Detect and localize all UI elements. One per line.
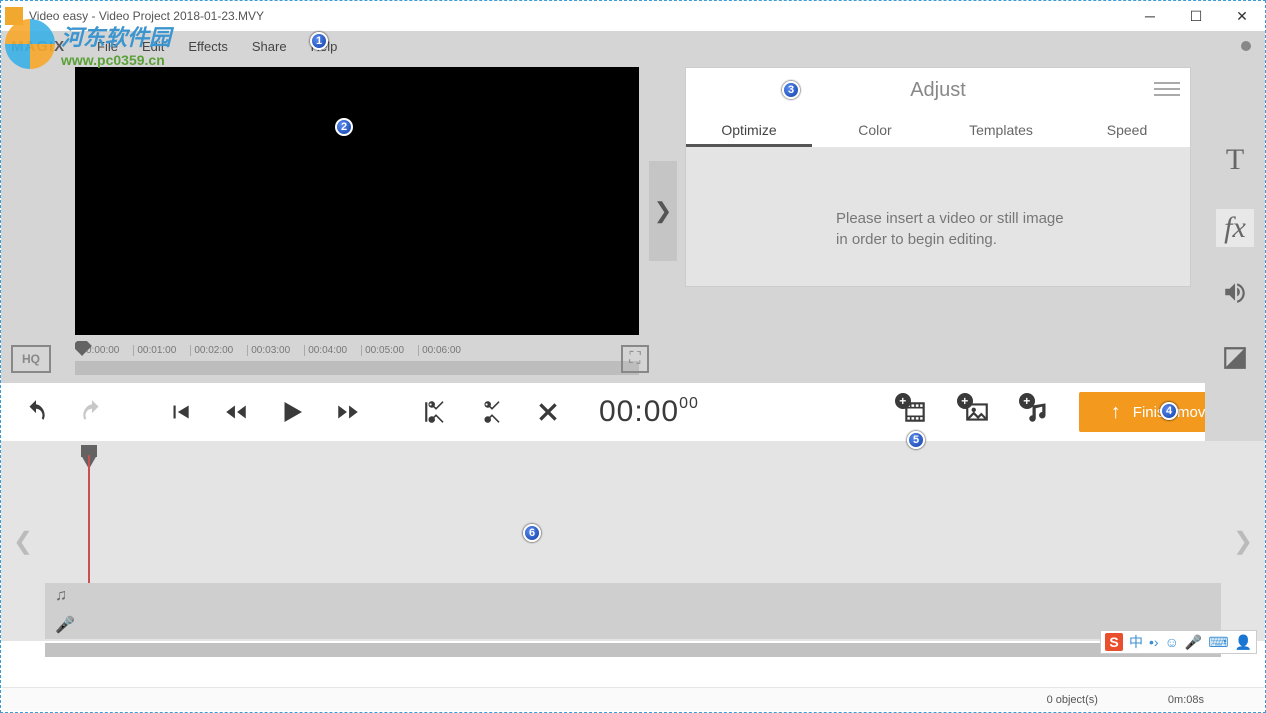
adjust-panel-title: Adjust [910,79,966,102]
video-preview[interactable] [75,67,639,335]
adjust-panel: Adjust Optimize Color Templates Speed Pl… [685,67,1191,287]
adjust-empty-message: Please insert a video or still image in … [836,208,1066,250]
timecode-display: 00:0000 [599,395,699,429]
timeline-scroll-right[interactable]: ❯ [1221,441,1265,641]
ruler-tick: 00:01:00 [133,345,176,356]
ime-lang-toggle[interactable]: 中 [1129,632,1143,652]
ime-keyboard-icon[interactable]: ⌨ [1208,634,1228,651]
tool-audio-icon[interactable] [1222,279,1248,313]
upper-pane: 0:00:00 00:01:00 00:02:00 00:03:00 00:04… [1,61,1265,383]
preview-zoom-scrollbar[interactable] [75,361,639,375]
side-tool-strip: T fx [1205,121,1265,443]
sogou-icon[interactable]: S [1105,633,1123,651]
transport-bar: 00:0000 + + + ↑ Finish movie [1,383,1265,441]
callout-2: 2 [335,118,353,136]
add-photo-button[interactable]: + [955,393,999,431]
tab-optimize[interactable]: Optimize [686,112,812,147]
watermark-logo: 河东软件园 www.pc0359.cn [5,19,171,69]
audio-track-strip: ♫ 🎤 [45,583,1221,639]
adjust-tab-body: Please insert a video or still image in … [686,148,1190,286]
adjust-icon [1222,345,1248,371]
tab-speed[interactable]: Speed [1064,112,1190,147]
callout-5: 5 [907,431,925,449]
rewind-icon [223,399,249,425]
timeline-horizontal-scrollbar[interactable] [45,643,1221,657]
ruler-tick: 00:03:00 [247,345,290,356]
preview-zone: 0:00:00 00:01:00 00:02:00 00:03:00 00:04… [1,61,649,383]
callout-1: 1 [310,32,328,50]
add-video-button[interactable]: + [893,393,937,431]
callout-4: 4 [1160,402,1178,420]
panel-collapse-toggle[interactable]: ❯ [649,161,677,261]
menu-bar: MAGIX File Edit Effects Share Help [1,31,1265,61]
ime-emoji-icon[interactable]: ☺ [1165,634,1179,650]
cut-start-button[interactable] [417,393,455,431]
maximize-button[interactable]: ☐ [1173,1,1219,31]
forward-icon [335,399,361,425]
x-icon [535,399,561,425]
scissors-left-icon [423,399,449,425]
watermark-icon [5,19,55,69]
redo-icon [79,399,105,425]
add-music-button[interactable]: + [1017,393,1061,431]
ime-user-icon[interactable]: 👤 [1235,634,1252,651]
go-start-button[interactable] [161,393,199,431]
fast-forward-button[interactable] [329,393,367,431]
music-track-icon[interactable]: ♫ [55,587,1221,605]
tool-text[interactable]: T [1226,143,1244,177]
tool-fx[interactable]: fx [1216,209,1254,247]
status-bar: 0 object(s) 0m:08s [2,687,1264,711]
close-button[interactable]: ✕ [1219,1,1265,31]
hq-toggle[interactable]: HQ [11,345,51,373]
split-button[interactable] [473,393,511,431]
menu-status-dot [1241,41,1251,51]
menu-share[interactable]: Share [240,39,299,54]
scissors-icon [479,399,505,425]
ime-mic-icon[interactable]: 🎤 [1185,634,1202,651]
adjust-tabs: Optimize Color Templates Speed [686,112,1190,148]
ime-punct-icon[interactable]: •› [1149,634,1159,650]
tab-templates[interactable]: Templates [938,112,1064,147]
timeline: ❮ ❯ ♫ 🎤 [1,441,1265,641]
undo-icon [23,399,49,425]
fullscreen-button[interactable]: ⛶ [621,345,649,373]
ruler-tick: 00:06:00 [418,345,461,356]
plus-badge-icon: + [1019,393,1035,409]
panel-menu-icon[interactable] [1154,78,1180,98]
preview-ruler[interactable]: 0:00:00 00:01:00 00:02:00 00:03:00 00:04… [75,341,639,359]
callout-6: 6 [523,524,541,542]
watermark-text-url: www.pc0359.cn [61,52,171,68]
tool-image-adjust-icon[interactable] [1222,345,1248,379]
play-button[interactable] [273,393,311,431]
play-icon [277,397,307,427]
skip-start-icon [167,399,193,425]
rewind-button[interactable] [217,393,255,431]
speaker-icon [1222,279,1248,305]
status-duration: 0m:08s [1168,694,1204,706]
title-bar: Video easy - Video Project 2018-01-23.MV… [1,1,1265,31]
timeline-tracks[interactable] [45,441,1221,583]
timeline-scroll-left[interactable]: ❮ [1,441,45,641]
ruler-tick: 00:05:00 [361,345,404,356]
status-object-count: 0 object(s) [1047,694,1098,706]
ime-toolbar[interactable]: S 中 •› ☺ 🎤 ⌨ 👤 [1100,630,1257,654]
minimize-button[interactable]: ─ [1127,1,1173,31]
undo-button[interactable] [17,393,55,431]
ruler-tick: 00:02:00 [190,345,233,356]
tab-color[interactable]: Color [812,112,938,147]
delete-button[interactable] [529,393,567,431]
upload-icon: ↑ [1111,401,1121,424]
plus-badge-icon: + [957,393,973,409]
mic-track-icon[interactable]: 🎤 [55,615,1221,635]
callout-3: 3 [782,81,800,99]
menu-effects[interactable]: Effects [176,39,240,54]
watermark-text-cn: 河东软件园 [61,20,171,52]
window-controls: ─ ☐ ✕ [1127,1,1265,31]
plus-badge-icon: + [895,393,911,409]
ruler-tick: 00:04:00 [304,345,347,356]
redo-button[interactable] [73,393,111,431]
